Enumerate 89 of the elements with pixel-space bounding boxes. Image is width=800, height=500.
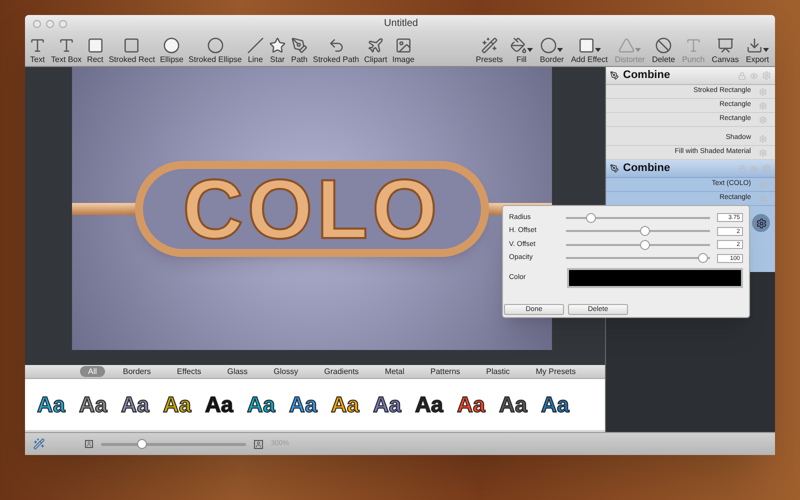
slider-thumb[interactable] — [640, 240, 650, 250]
zoom-in-icon[interactable] — [254, 440, 263, 448]
toolbar-button[interactable]: Stroked Ellipse — [186, 33, 244, 65]
square-icon — [578, 37, 595, 54]
toolbar-button[interactable]: Export — [744, 33, 771, 65]
pen-icon — [610, 164, 619, 173]
eye-icon[interactable] — [750, 72, 758, 80]
settings-icon[interactable] — [759, 194, 767, 202]
caret-icon — [762, 48, 769, 52]
style-preset[interactable]: Aa — [411, 394, 447, 416]
text-icon — [684, 37, 702, 54]
category-tab[interactable]: Gradients — [316, 366, 367, 377]
settings-icon — [756, 218, 766, 228]
slider-thumb[interactable] — [698, 253, 708, 264]
curved-arrow-icon — [328, 37, 344, 54]
text-box-icon — [58, 37, 75, 54]
star-icon — [268, 37, 286, 54]
toolbar-button[interactable]: Text — [27, 33, 48, 65]
settings-icon[interactable] — [759, 88, 767, 96]
settings-icon[interactable] — [762, 164, 771, 173]
pen-icon — [290, 37, 308, 54]
settings-icon[interactable] — [759, 148, 767, 156]
slider-thumb[interactable] — [136, 438, 147, 448]
toolbar-button[interactable]: Clipart — [362, 33, 390, 65]
toolbar-button[interactable]: Presets — [474, 33, 505, 65]
style-preset[interactable]: Aa — [537, 394, 573, 416]
category-tab[interactable]: Glass — [219, 366, 256, 377]
toolbar-button[interactable]: Line — [244, 33, 266, 65]
settings-icon[interactable] — [759, 102, 767, 110]
toolbar-button[interactable]: Star — [266, 33, 288, 65]
category-tab[interactable]: Glossy — [266, 366, 306, 377]
toolbar-button[interactable]: Fill — [508, 33, 535, 65]
settings-icon[interactable] — [759, 116, 767, 124]
wand-icon — [480, 37, 498, 54]
wand-icon[interactable] — [33, 438, 45, 450]
square-icon — [86, 37, 104, 54]
toolbar-button[interactable]: Canvas — [710, 33, 741, 65]
artwork-text: COLO — [182, 166, 442, 250]
slider-thumb[interactable] — [586, 212, 596, 223]
toolbar-button[interactable]: Border — [538, 33, 566, 65]
toolbar-button[interactable]: Rect — [84, 33, 106, 65]
easel-icon — [716, 37, 734, 54]
window-title: Untitled — [383, 17, 419, 31]
toolbar-button[interactable]: Text Box — [49, 33, 84, 65]
download-icon — [746, 37, 763, 54]
color-swatch[interactable] — [567, 268, 743, 288]
square-outline-icon — [123, 37, 140, 54]
style-preset[interactable]: Aa — [453, 394, 489, 416]
style-preset[interactable]: Aa — [369, 394, 405, 416]
toolbar-button[interactable]: Stroked Rect — [106, 33, 157, 65]
circle-outline-icon — [540, 37, 558, 54]
toolbar-button[interactable]: Path — [288, 33, 310, 65]
toolbar-button[interactable]: Delete — [650, 33, 678, 65]
paint-bucket-icon — [510, 37, 527, 54]
toolbar-button[interactable]: Image — [390, 33, 416, 65]
text-icon — [29, 37, 46, 54]
category-tab[interactable]: Plastic — [478, 366, 518, 377]
plane-icon — [367, 37, 384, 54]
style-preset[interactable]: Aa — [75, 394, 111, 416]
toolbar-button[interactable]: Stroked Path — [310, 33, 362, 65]
zoom-out-icon[interactable] — [85, 440, 93, 448]
style-preset[interactable]: Aa — [495, 394, 531, 416]
line-icon — [246, 37, 264, 54]
slider-thumb[interactable] — [640, 226, 650, 236]
category-tab[interactable]: Metal — [376, 366, 412, 377]
circle-outline-icon — [206, 37, 224, 54]
caret-icon — [557, 48, 564, 52]
lock-icon[interactable] — [738, 164, 746, 172]
eye-icon[interactable] — [750, 164, 758, 172]
lock-icon[interactable] — [738, 72, 746, 80]
toolbar-button[interactable]: Ellipse — [158, 33, 186, 65]
pen-icon — [610, 71, 619, 80]
style-preset[interactable]: Aa — [201, 394, 237, 416]
caret-icon — [635, 48, 642, 52]
caret-icon — [526, 48, 533, 52]
toolbar-button[interactable]: Add Effect — [568, 33, 610, 65]
style-preset[interactable]: Aa — [117, 394, 153, 416]
category-tab[interactable]: Patterns — [422, 366, 468, 377]
caret-icon — [594, 48, 601, 52]
image-icon — [394, 37, 412, 54]
category-tab[interactable]: Borders — [114, 366, 159, 377]
delete-icon — [655, 37, 672, 54]
circle-icon — [163, 37, 180, 54]
settings-icon[interactable] — [759, 134, 767, 142]
category-tab[interactable]: My Presets — [528, 366, 584, 377]
settings-icon[interactable] — [759, 180, 767, 188]
settings-icon[interactable] — [762, 71, 771, 80]
category-tab[interactable]: Effects — [168, 366, 210, 377]
triangle-icon — [618, 37, 636, 54]
